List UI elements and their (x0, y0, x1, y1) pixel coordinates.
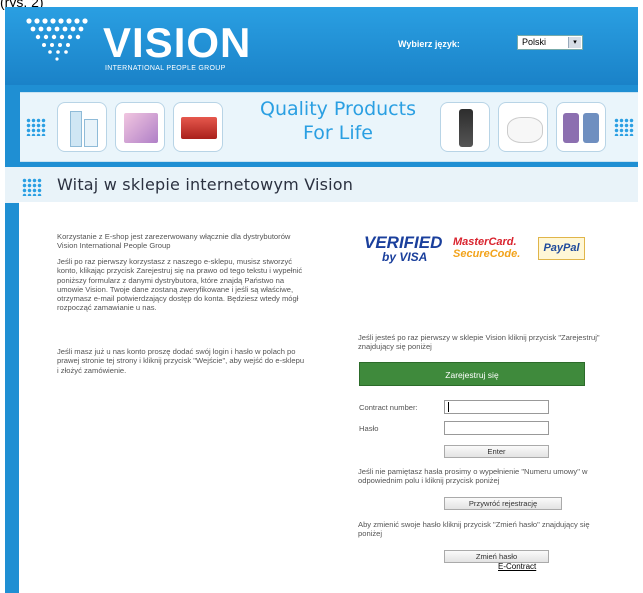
tagline-line-2: For Life (303, 122, 373, 144)
paypal-logo: PayPal (538, 237, 585, 260)
logo-text: VISION (103, 19, 252, 66)
contract-number-label: Contract number: (359, 403, 418, 412)
product-image-pack (173, 102, 223, 152)
product-image-box (115, 102, 165, 152)
product-image-jar (498, 102, 548, 152)
forgot-password-text: Jeśli nie pamiętasz hasła prosimy o wype… (358, 467, 588, 486)
password-label: Hasło (359, 424, 379, 433)
dot-pattern-icon (614, 118, 634, 136)
text-cursor (448, 402, 449, 412)
logo-mark-icon (26, 18, 88, 61)
language-value: Polski (522, 37, 547, 47)
product-image-spray (440, 102, 490, 152)
visa-line-2: by VISA (382, 250, 428, 264)
language-label: Wybierz język: (398, 39, 460, 49)
mastercard-line-1: MasterCard. (453, 236, 517, 248)
enter-button[interactable]: Enter (444, 445, 549, 458)
language-select[interactable]: Polski ▾ (517, 35, 583, 50)
dot-pattern-icon (26, 118, 46, 136)
register-button[interactable]: Zarejestruj się (359, 362, 585, 386)
title-bar: Witaj w sklepie internetowym Vision (5, 167, 638, 203)
contract-number-input[interactable] (444, 400, 549, 414)
page-title: Witaj w sklepie internetowym Vision (57, 175, 354, 194)
visa-line-1: VERIFIED (364, 233, 443, 252)
verified-by-visa-logo: VERIFIED by VISA (364, 233, 443, 264)
change-password-text: Aby zmienić swoje hasło kliknij przycisk… (358, 520, 590, 539)
site-header: VISION INTERNATIONAL PEOPLE GROUP Wybier… (5, 7, 638, 85)
banner-tagline: Quality Products For Life (248, 97, 428, 145)
restore-registration-button[interactable]: Przywróć rejestrację (444, 497, 562, 510)
e-contract-link[interactable]: E-Contract (498, 562, 536, 571)
product-image-jars (556, 102, 606, 152)
intro-paragraph: Korzystanie z E-shop jest zarezerwowany … (57, 232, 291, 251)
mastercard-securecode-logo: MasterCard. SecureCode. (453, 236, 520, 260)
chevron-down-icon: ▾ (568, 37, 581, 48)
main-content: Korzystanie z E-shop jest zarezerwowany … (19, 202, 638, 593)
browser-page: VISION INTERNATIONAL PEOPLE GROUP Wybier… (5, 7, 638, 593)
registration-paragraph: Jeśli po raz pierwszy korzystasz z nasze… (57, 257, 303, 313)
login-paragraph: Jeśli masz już u nas konto proszę dodać … (57, 347, 305, 375)
product-image-bottles (57, 102, 107, 152)
product-banner: Quality Products For Life (20, 92, 638, 162)
dot-pattern-icon (22, 178, 42, 196)
register-info-text: Jeśli jesteś po raz pierwszy w sklepie V… (358, 333, 600, 352)
logo-subtitle: INTERNATIONAL PEOPLE GROUP (105, 65, 226, 72)
password-input[interactable] (444, 421, 549, 435)
tagline-line-1: Quality Products (260, 98, 416, 120)
mastercard-line-2: SecureCode. (453, 248, 521, 260)
